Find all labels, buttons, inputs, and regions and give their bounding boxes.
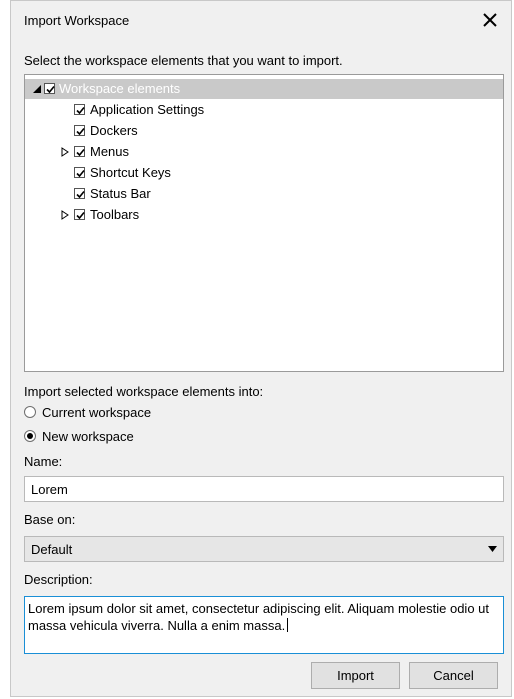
title-bar: Import Workspace [11,1,511,39]
tree-node-dockers[interactable]: Dockers [25,121,503,141]
base-on-label: Base on: [24,512,76,527]
close-button[interactable] [475,5,505,35]
tree-node-menus[interactable]: Menus [25,142,503,162]
name-label: Name: [24,454,63,469]
checkbox-toolbars[interactable] [74,209,85,220]
checkbox-shortcut-keys[interactable] [74,167,85,178]
cancel-button[interactable]: Cancel [409,662,498,689]
import-workspace-dialog: Import Workspace Select the workspace el… [10,0,512,697]
tree-node-label: Dockers [90,123,138,138]
dropdown-arrow-icon [488,546,497,552]
tree-node-label: Application Settings [90,102,205,117]
tree-node-label: Workspace elements [59,81,181,96]
import-into-label: Import selected workspace elements into: [24,384,264,399]
checkbox-application-settings[interactable] [74,104,85,115]
tree-node-label: Status Bar [90,186,151,201]
import-button[interactable]: Import [311,662,400,689]
close-icon [483,13,497,27]
collapsed-triangle-icon[interactable] [60,147,70,157]
collapsed-triangle-icon[interactable] [60,210,70,220]
tree-node-shortcut-keys[interactable]: Shortcut Keys [25,163,503,183]
checkbox-workspace-elements[interactable] [44,83,55,94]
tree-node-label: Toolbars [90,207,140,222]
tree-node-label: Menus [90,144,130,159]
radio-label-new-workspace: New workspace [42,429,134,444]
workspace-elements-tree[interactable]: Workspace elements Application Settings … [24,74,504,372]
radio-label-current-workspace: Current workspace [42,405,152,420]
checkbox-dockers[interactable] [74,125,85,136]
tree-node-application-settings[interactable]: Application Settings [25,100,503,120]
instruction-text: Select the workspace elements that you w… [24,53,343,68]
dialog-title: Import Workspace [24,13,130,28]
base-on-select[interactable]: Default [24,536,504,562]
checkbox-menus[interactable] [74,146,85,157]
text-caret [287,618,289,632]
radio-current-workspace[interactable] [24,406,36,418]
description-text: Lorem ipsum dolor sit amet, consectetur … [28,601,489,633]
radio-new-workspace[interactable] [24,430,36,442]
checkbox-status-bar[interactable] [74,188,85,199]
tree-node-toolbars[interactable]: Toolbars [25,205,503,225]
tree-node-label: Shortcut Keys [90,165,171,180]
tree-node-status-bar[interactable]: Status Bar [25,184,503,204]
tree-node-workspace-elements[interactable]: Workspace elements [25,79,503,99]
name-input[interactable]: Lorem [24,476,504,502]
expanded-triangle-icon[interactable] [32,84,42,94]
base-on-value: Default [31,542,73,557]
description-label: Description: [24,572,93,587]
description-textarea[interactable]: Lorem ipsum dolor sit amet, consectetur … [24,596,504,654]
